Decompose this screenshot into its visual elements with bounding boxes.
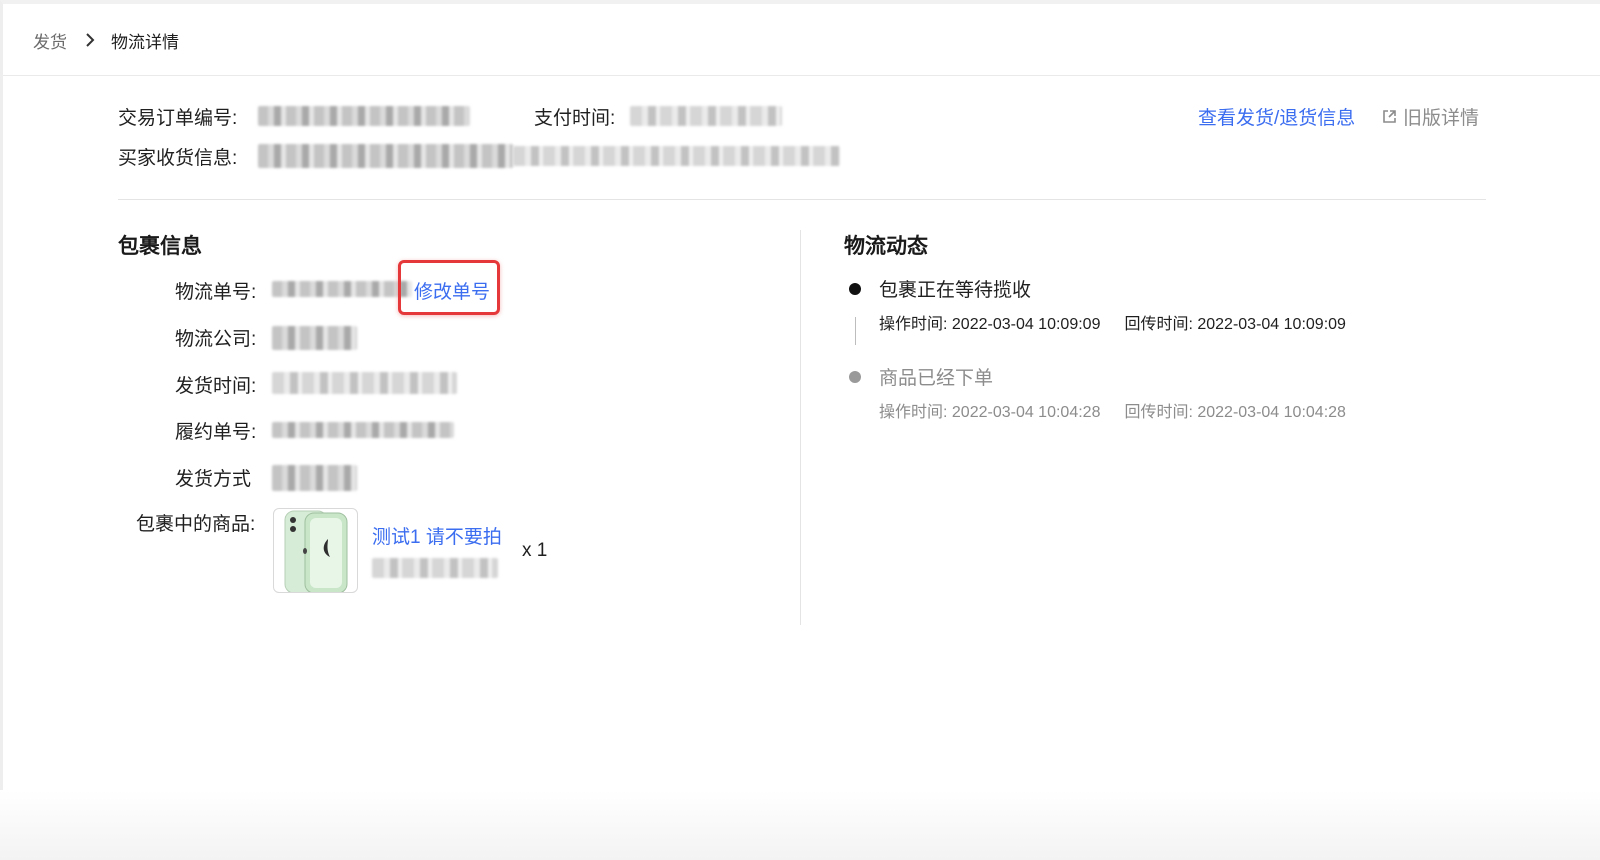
external-link-icon	[1382, 109, 1397, 124]
tracking-no-value-redacted	[272, 281, 412, 297]
pay-time-value-redacted	[630, 106, 782, 126]
timeline-dot-inactive	[849, 371, 861, 383]
breadcrumb-current: 物流详情	[111, 32, 179, 52]
column-divider	[800, 230, 801, 625]
product-spec-redacted	[372, 558, 498, 578]
view-shipping-return-link[interactable]: 查看发货/退货信息	[1198, 103, 1355, 130]
ship-time-label: 发货时间:	[175, 376, 257, 397]
ship-method-value-redacted	[272, 465, 357, 491]
timeline-callback-time: 回传时间: 2022-03-04 10:09:09	[1124, 316, 1346, 333]
old-detail-link[interactable]: 旧版详情	[1382, 103, 1479, 130]
buyer-info-label: 买家收货信息:	[118, 148, 238, 169]
package-items-label: 包裹中的商品:	[136, 514, 256, 535]
tracking-no-label: 物流单号:	[175, 282, 257, 303]
bottom-shadow	[0, 790, 1600, 860]
buyer-address-redacted	[513, 146, 840, 166]
buyer-info-value-redacted	[258, 144, 513, 168]
timeline-event-meta: 操作时间: 2022-03-04 10:09:09 回传时间: 2022-03-…	[879, 310, 1346, 334]
timeline-dot-active	[849, 283, 861, 295]
ship-time-value-redacted	[272, 372, 457, 394]
timeline-event-status: 商品已经下单	[879, 368, 994, 389]
header-divider	[3, 75, 1600, 76]
ship-method-label: 发货方式	[175, 469, 252, 490]
breadcrumb: 发货 物流详情	[33, 28, 179, 52]
logistics-company-value-redacted	[272, 326, 357, 350]
timeline-callback-time: 回传时间: 2022-03-04 10:04:28	[1124, 404, 1346, 421]
trade-no-value-redacted	[258, 106, 470, 126]
fulfillment-no-label: 履约单号:	[175, 422, 257, 443]
section-divider	[118, 199, 1486, 200]
timeline-event-meta: 操作时间: 2022-03-04 10:04:28 回传时间: 2022-03-…	[879, 398, 1346, 422]
timeline-event-status: 包裹正在等待揽收	[879, 280, 1032, 301]
timeline-op-time: 操作时间: 2022-03-04 10:09:09	[879, 316, 1101, 333]
timeline-connector	[855, 317, 856, 345]
logistics-title: 物流动态	[844, 235, 928, 258]
logistics-company-label: 物流公司:	[175, 329, 257, 350]
product-quantity: x 1	[522, 540, 548, 561]
breadcrumb-parent-link[interactable]: 发货	[33, 28, 67, 53]
product-image[interactable]	[273, 508, 358, 593]
fulfillment-no-value-redacted	[272, 422, 454, 438]
product-name-link[interactable]: 测试1 请不要拍	[372, 522, 502, 549]
pay-time-label: 支付时间:	[534, 108, 616, 129]
highlight-annotation	[398, 260, 500, 315]
phone-icon	[284, 510, 348, 592]
package-info-title: 包裹信息	[118, 235, 202, 258]
timeline-op-time: 操作时间: 2022-03-04 10:04:28	[879, 404, 1101, 421]
old-detail-label: 旧版详情	[1403, 108, 1480, 129]
chevron-right-icon	[85, 33, 95, 47]
trade-no-label: 交易订单编号:	[118, 108, 238, 129]
